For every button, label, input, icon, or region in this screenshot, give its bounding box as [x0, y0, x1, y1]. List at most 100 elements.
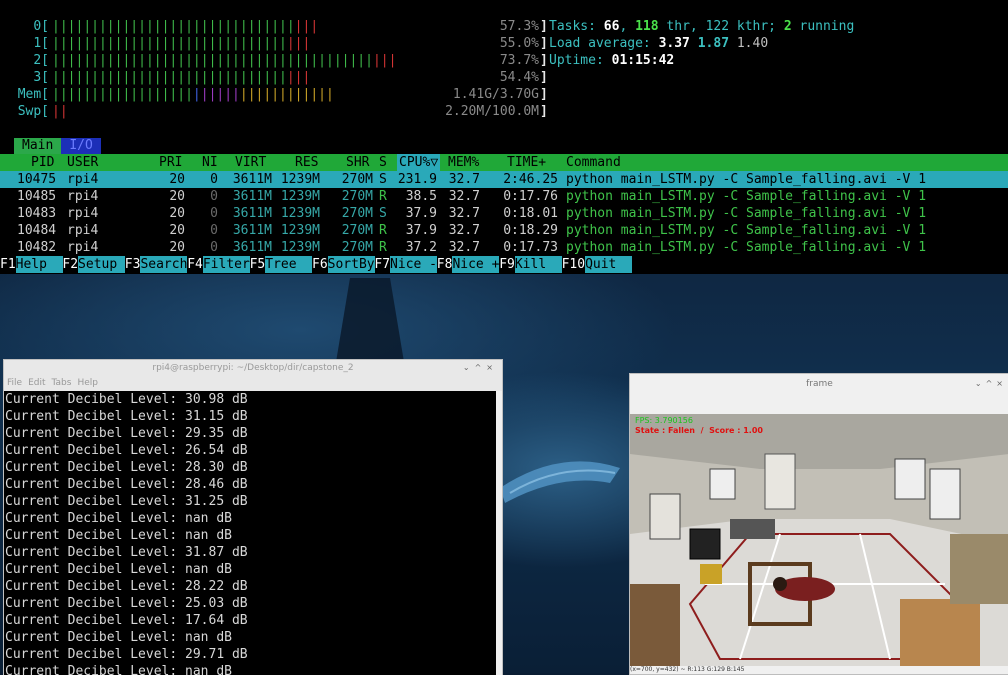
- process-cmd: python main_LSTM.py -C Sample_falling.av…: [566, 189, 927, 204]
- process-row[interactable]: 10482 rpi4 20 0 3611M 1239M 270M R 37.2 32.7 0:17.…: [0, 239, 1008, 256]
- col-command[interactable]: Command: [566, 154, 621, 171]
- terminal-window[interactable]: rpi4@raspberrypi: ~/Desktop/dir/capstone…: [3, 359, 503, 675]
- fkey-f8[interactable]: F8Nice +: [437, 256, 500, 273]
- col-s[interactable]: S: [379, 154, 387, 171]
- process-pri: 20: [169, 240, 185, 255]
- terminal-line: Current Decibel Level: 31.15 dB: [5, 409, 248, 424]
- tab-io[interactable]: I/O: [61, 138, 101, 154]
- meter-label: 3[: [33, 70, 49, 85]
- process-res: 1239M: [280, 189, 320, 204]
- col-res[interactable]: RES: [295, 154, 318, 171]
- process-cpu: 37.9: [405, 223, 437, 238]
- col-user[interactable]: USER: [67, 154, 98, 171]
- meter-bracket: ]: [540, 104, 548, 119]
- process-virt: 3611M: [232, 189, 272, 204]
- meter-bracket: ]: [540, 53, 548, 68]
- process-row[interactable]: 10483 rpi4 20 0 3611M 1239M 270M S 37.9 32.7 0:18.…: [0, 205, 1008, 222]
- process-cpu: 38.5: [405, 189, 437, 204]
- process-shr: 270M: [341, 240, 373, 255]
- col-ni[interactable]: NI: [202, 154, 218, 171]
- fkey-f1[interactable]: F1Help: [0, 256, 63, 273]
- process-shr: 270M: [341, 206, 373, 221]
- fkey-f10[interactable]: F10Quit: [562, 256, 633, 273]
- col-cpu[interactable]: CPU%▽: [397, 154, 441, 171]
- function-key-bar: F1Help F2Setup F3Search F4Filter F5Tree F6…: [0, 256, 1008, 273]
- close-icon[interactable]: ×: [996, 379, 1007, 388]
- process-ni: 0: [210, 172, 218, 187]
- process-res: 1239M: [280, 240, 320, 255]
- process-res: 1239M: [280, 223, 320, 238]
- terminal-titlebar[interactable]: rpi4@raspberrypi: ~/Desktop/dir/capstone…: [4, 360, 502, 376]
- menu-tabs[interactable]: Tabs: [52, 378, 72, 388]
- fkey-key: F6: [312, 257, 328, 272]
- terminal-line: Current Decibel Level: nan dB: [5, 511, 232, 526]
- terminal-output[interactable]: Current Decibel Level: 30.98 dB Current D…: [4, 391, 496, 675]
- process-user: rpi4: [67, 223, 99, 238]
- process-table-header[interactable]: PID USER PRI NI VIRT RES SHR S CPU%▽ MEM…: [0, 154, 1008, 171]
- process-user: rpi4: [67, 240, 99, 255]
- process-row[interactable]: 10484 rpi4 20 0 3611M 1239M 270M R 37.9 32.7 0:18.…: [0, 222, 1008, 239]
- htop-tabs: Main I/O: [14, 137, 101, 154]
- process-user: rpi4: [67, 189, 99, 204]
- process-ni: 0: [210, 240, 218, 255]
- sort-indicator-icon: ▽: [430, 155, 439, 170]
- htop-terminal[interactable]: 0[|||||||||||||||||||||||||||||||||| 57.3…: [0, 0, 1008, 274]
- col-shr[interactable]: SHR: [346, 154, 369, 171]
- process-virt: 3611M: [232, 206, 272, 221]
- process-pri: 20: [169, 206, 185, 221]
- maximize-icon[interactable]: ^: [475, 363, 487, 372]
- menu-help[interactable]: Help: [77, 378, 98, 388]
- terminal-line: Current Decibel Level: 29.35 dB: [5, 426, 248, 441]
- meter-bar: |||||||||||||||||||||||||||||||||: [52, 70, 311, 85]
- wallpaper-figure: [335, 278, 405, 368]
- frame-window[interactable]: frame ⌄^× FPS: 3.790156 State: Fallen /…: [629, 373, 1008, 675]
- process-mem: 32.7: [448, 189, 480, 204]
- terminal-line: Current Decibel Level: nan dB: [5, 664, 232, 675]
- process-row[interactable]: 10475 rpi4 20 0 3611M 1239M 270M S 231.9 32.7 2:46…: [0, 171, 1008, 188]
- video-frame[interactable]: FPS: 3.790156 State : Fallen / Score : 1…: [630, 414, 1008, 666]
- fkey-key: F1: [0, 257, 16, 272]
- fkey-f5[interactable]: F5Tree: [250, 256, 313, 273]
- process-pid: 10475: [17, 172, 57, 187]
- menu-edit[interactable]: Edit: [28, 378, 45, 388]
- fkey-label: Nice +: [452, 256, 500, 273]
- close-icon[interactable]: ×: [486, 363, 498, 372]
- terminal-line: Current Decibel Level: nan dB: [5, 630, 232, 645]
- process-s: R: [379, 223, 387, 238]
- room-scene: [630, 414, 1008, 666]
- fkey-f7[interactable]: F7Nice -: [374, 256, 438, 273]
- fkey-f4[interactable]: F4Filter: [187, 256, 250, 273]
- maximize-icon[interactable]: ^: [986, 379, 997, 388]
- terminal-line: Current Decibel Level: nan dB: [5, 528, 232, 543]
- minimize-icon[interactable]: ⌄: [463, 363, 475, 372]
- meter-bar: |||||||||||||||||||||||||||||||||: [52, 36, 311, 51]
- meter-bracket: ]: [540, 87, 548, 102]
- tab-main[interactable]: Main: [14, 138, 62, 154]
- col-pri[interactable]: PRI: [159, 154, 182, 171]
- meter-bar: ||||||||||||||||||||||||||||||||||||||||…: [52, 53, 397, 68]
- process-row[interactable]: 10485 rpi4 20 0 3611M 1239M 270M R 38.5 32.7 0:17.…: [0, 188, 1008, 205]
- fkey-label: SortBy: [327, 256, 375, 273]
- frame-titlebar[interactable]: frame ⌄^×: [630, 374, 1008, 394]
- col-pid[interactable]: PID: [31, 154, 54, 171]
- process-s: S: [379, 172, 387, 187]
- process-cmd: python main_LSTM.py -C Sample_falling.av…: [566, 172, 927, 187]
- meter-value: 73.7%: [499, 53, 539, 68]
- menu-file[interactable]: File: [7, 378, 22, 388]
- meter-value: 1.41G/3.70G: [452, 87, 539, 102]
- terminal-line: Current Decibel Level: 26.54 dB: [5, 443, 248, 458]
- col-mem[interactable]: MEM%: [448, 154, 479, 171]
- col-virt[interactable]: VIRT: [235, 154, 266, 171]
- terminal-line: Current Decibel Level: 25.03 dB: [5, 596, 248, 611]
- terminal-scrollbar[interactable]: [496, 391, 502, 675]
- terminal-line: Current Decibel Level: 31.25 dB: [5, 494, 248, 509]
- process-time: 0:17.76: [503, 189, 558, 204]
- minimize-icon[interactable]: ⌄: [975, 379, 986, 388]
- fkey-f6[interactable]: F6SortBy: [312, 256, 375, 273]
- col-time[interactable]: TIME+: [507, 154, 546, 171]
- fkey-f3[interactable]: F3Search: [125, 256, 188, 273]
- fkey-f9[interactable]: F9Kill: [499, 256, 562, 273]
- fkey-label: Nice -: [390, 256, 438, 273]
- meter-row: Swp[|| 2.20M/100.0M]: [0, 103, 548, 120]
- fkey-f2[interactable]: F2Setup: [62, 256, 126, 273]
